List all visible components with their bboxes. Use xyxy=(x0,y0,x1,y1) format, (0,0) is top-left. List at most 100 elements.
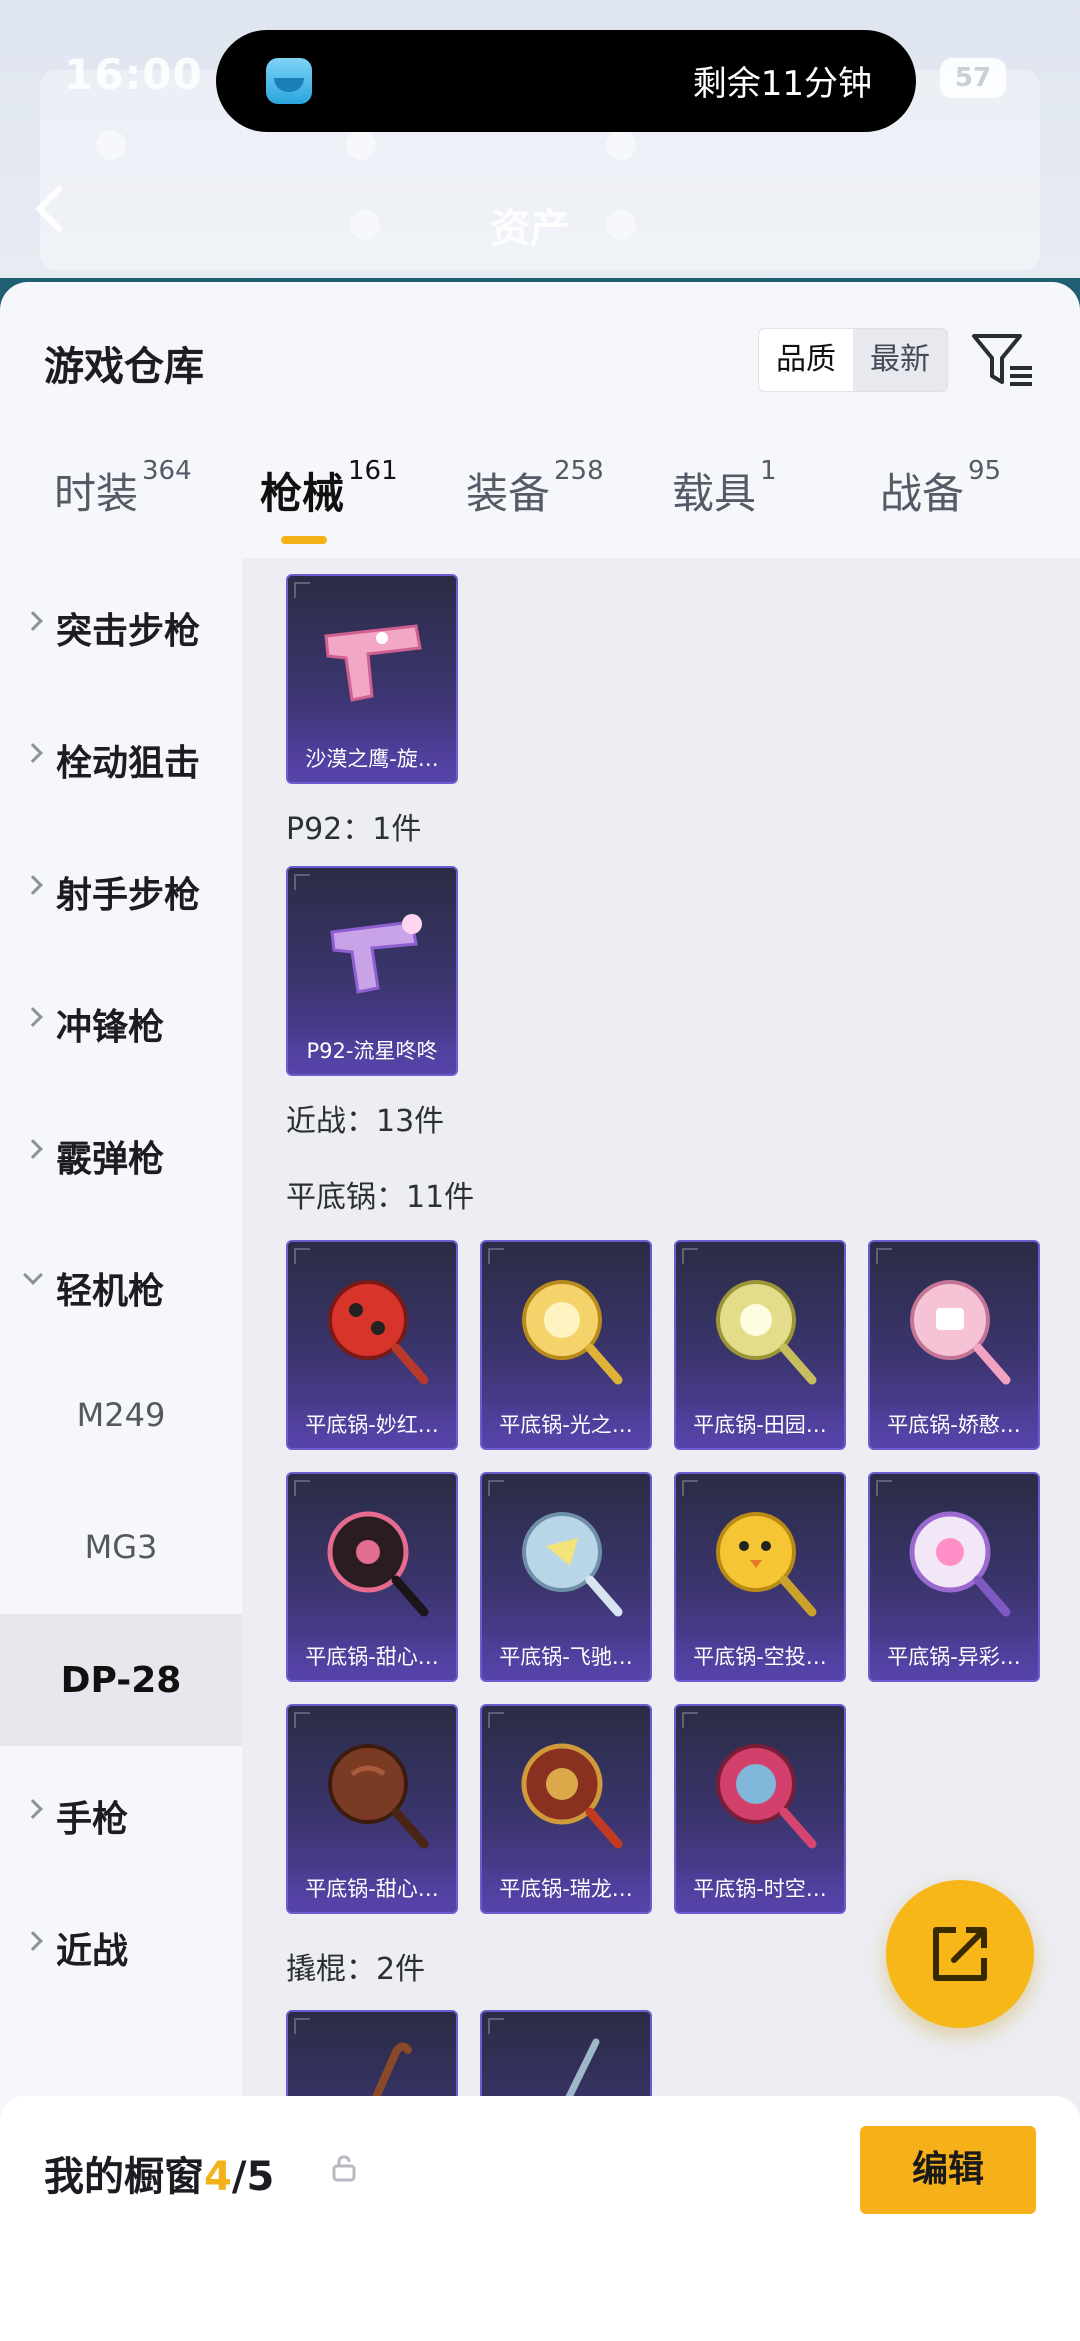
sidebar-item-label: 霰弹枪 xyxy=(56,1139,165,1180)
item-card[interactable]: 平底锅-田园… xyxy=(674,1240,846,1450)
chevron-right-icon xyxy=(23,743,43,763)
panel-title: 游戏仓库 xyxy=(44,344,204,390)
sidebar-item-lmg[interactable]: 轻机枪 xyxy=(0,1218,242,1350)
sidebar-item-label: 栓动狙击 xyxy=(56,743,201,784)
pan-icon xyxy=(909,1511,1011,1617)
item-name: 平底锅-瑞龙… xyxy=(482,1866,650,1912)
item-card[interactable]: 平底锅-光之… xyxy=(480,1240,652,1450)
sidebar-item-label: 手枪 xyxy=(56,1799,129,1840)
tab-weapons[interactable]: 枪械 161 xyxy=(260,456,398,540)
tab-count: 95 xyxy=(968,456,1002,486)
share-button[interactable] xyxy=(886,1880,1034,2028)
chevron-right-icon xyxy=(23,1931,43,1951)
showcase-title: 我的橱窗 xyxy=(44,2154,204,2200)
item-name: 平底锅-异彩… xyxy=(870,1634,1038,1680)
tab-supplies[interactable]: 战备 95 xyxy=(880,456,1001,540)
sort-toggle: 品质 最新 xyxy=(758,328,948,392)
filter-icon[interactable] xyxy=(968,328,1038,392)
pan-icon xyxy=(716,1280,817,1385)
item-card[interactable]: 平底锅-时空… xyxy=(674,1704,846,1914)
chevron-down-icon xyxy=(23,1265,43,1285)
pistol-icon xyxy=(330,914,422,994)
pan-icon xyxy=(910,1280,1011,1385)
edit-button[interactable]: 编辑 xyxy=(860,2126,1036,2214)
dynamic-island[interactable]: 剩余11分钟 xyxy=(216,30,916,132)
pan-icon xyxy=(716,1744,817,1849)
sidebar-item-marksman-rifle[interactable]: 射手步枪 xyxy=(0,822,242,954)
sidebar-item-melee[interactable]: 近战 xyxy=(0,1878,242,2010)
app-icon xyxy=(266,58,312,104)
item-name: 平底锅-甜心… xyxy=(288,1866,456,1912)
sidebar-subitem-label: M249 xyxy=(76,1396,166,1434)
pistol-icon xyxy=(324,624,422,702)
sort-quality-button[interactable]: 品质 xyxy=(759,329,853,391)
group-label-crowbar: 撬棍：2件 xyxy=(286,1952,426,1987)
pan-icon xyxy=(328,1744,429,1849)
item-card[interactable]: 平底锅-娇憨… xyxy=(868,1240,1040,1450)
item-name: 平底锅-光之… xyxy=(482,1402,650,1448)
showcase-bar: 我的橱窗4/5 编辑 xyxy=(0,2096,1080,2341)
sidebar-subitem-mg3[interactable]: MG3 xyxy=(0,1482,242,1614)
page-title: 资产 xyxy=(490,206,570,252)
item-name: 平底锅-飞驰… xyxy=(482,1634,650,1680)
header-icon xyxy=(350,210,380,240)
item-card[interactable]: 平底锅-妙红… xyxy=(286,1240,458,1450)
battery-icon: 57 xyxy=(940,58,1006,98)
sidebar-subitem-label: MG3 xyxy=(84,1528,158,1566)
sidebar-item-shotgun[interactable]: 霰弹枪 xyxy=(0,1086,242,1218)
active-tab-indicator xyxy=(281,536,327,544)
remaining-time: 剩余11分钟 xyxy=(692,64,872,104)
pan-icon xyxy=(327,1511,429,1617)
item-grid: 沙漠之鹰-旋… P92：1件 P92-流星咚咚 近战：13件 平底锅：11件 平… xyxy=(242,558,1080,2112)
group-label-pan: 平底锅：11件 xyxy=(286,1180,475,1215)
sidebar-item-pistol[interactable]: 手枪 xyxy=(0,1746,242,1878)
chevron-right-icon xyxy=(23,1799,43,1819)
item-name: P92-流星咚咚 xyxy=(288,1028,456,1074)
tab-count: 161 xyxy=(348,456,398,486)
item-card[interactable]: P92-流星咚咚 xyxy=(286,866,458,1076)
item-card[interactable]: 平底锅-空投… xyxy=(674,1472,846,1682)
item-card[interactable]: 平底锅-飞驰… xyxy=(480,1472,652,1682)
group-label-p92: P92：1件 xyxy=(286,812,422,847)
sidebar-item-label: 射手步枪 xyxy=(56,875,201,916)
item-card[interactable]: 平底锅-异彩… xyxy=(868,1472,1040,1682)
tab-equipment[interactable]: 装备 258 xyxy=(466,456,604,540)
tab-count: 364 xyxy=(142,456,192,486)
tab-count: 1 xyxy=(760,456,777,486)
sort-latest-button[interactable]: 最新 xyxy=(853,329,947,391)
tab-fashion[interactable]: 时装 364 xyxy=(54,456,192,540)
chevron-right-icon xyxy=(23,1007,43,1027)
lock-icon xyxy=(332,2155,356,2182)
header-icon xyxy=(96,130,126,160)
sidebar-subitem-dp28[interactable]: DP-28 xyxy=(0,1614,242,1746)
item-name: 平底锅-妙红… xyxy=(288,1402,456,1448)
showcase-count: 4 xyxy=(204,2154,232,2200)
pan-icon xyxy=(521,1743,623,1849)
pan-icon xyxy=(716,1512,817,1617)
share-icon xyxy=(933,1927,987,1981)
item-name: 平底锅-时空… xyxy=(676,1866,844,1912)
warehouse-panel: 游戏仓库 品质 最新 时装 364 枪械 161 装备 258 载具 1 战备 95 突击… xyxy=(0,282,1080,2112)
item-name: 平底锅-田园… xyxy=(676,1402,844,1448)
item-name: 沙漠之鹰-旋… xyxy=(288,736,456,782)
group-label-melee: 近战：13件 xyxy=(286,1104,445,1139)
chevron-right-icon xyxy=(23,611,43,631)
header-icon xyxy=(606,210,636,240)
item-card[interactable]: 沙漠之鹰-旋… xyxy=(286,574,458,784)
tab-label: 载具 xyxy=(672,469,757,518)
item-card[interactable]: 平底锅-甜心… xyxy=(286,1472,458,1682)
tab-label: 战备 xyxy=(880,469,965,518)
pan-icon xyxy=(522,1280,623,1385)
sidebar-item-label: 轻机枪 xyxy=(56,1271,165,1312)
sidebar-item-assault-rifle[interactable]: 突击步枪 xyxy=(0,558,242,690)
sidebar-item-bolt-sniper[interactable]: 栓动狙击 xyxy=(0,690,242,822)
sidebar-subitem-m249[interactable]: M249 xyxy=(0,1350,242,1482)
tab-count: 258 xyxy=(554,456,604,486)
item-card[interactable]: 平底锅-瑞龙… xyxy=(480,1704,652,1914)
pan-icon xyxy=(522,1512,623,1617)
sidebar-item-smg[interactable]: 冲锋枪 xyxy=(0,954,242,1086)
sidebar-item-label: 冲锋枪 xyxy=(56,1007,165,1048)
tab-vehicles[interactable]: 载具 1 xyxy=(672,456,777,540)
status-time: 16:00 xyxy=(64,50,203,99)
item-card[interactable]: 平底锅-甜心… xyxy=(286,1704,458,1914)
